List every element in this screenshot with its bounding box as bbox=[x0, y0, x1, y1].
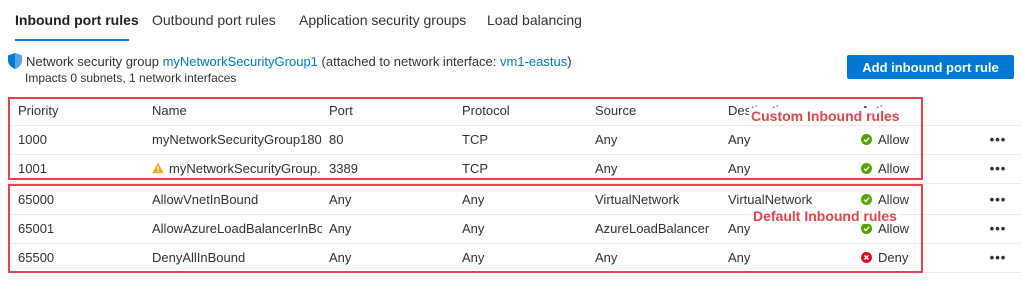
active-tab-indicator bbox=[15, 39, 129, 41]
action-label: Deny bbox=[878, 250, 909, 265]
action-cell: Deny bbox=[861, 243, 941, 272]
source-cell: Any bbox=[595, 132, 618, 147]
impacts-text: Impacts 0 subnets, 1 network interfaces bbox=[25, 71, 237, 85]
port-cell: 80 bbox=[329, 132, 344, 147]
destination-cell: Any bbox=[728, 132, 751, 147]
more-actions-icon[interactable]: ••• bbox=[986, 125, 1010, 154]
table-row[interactable]: 1001 myNetworkSecurityGroup... 3389 TCP … bbox=[8, 154, 1021, 184]
protocol-cell: Any bbox=[462, 221, 485, 236]
more-actions-icon[interactable]: ••• bbox=[986, 243, 1010, 272]
name-cell: DenyAllInBound bbox=[152, 243, 322, 272]
priority-cell: 65500 bbox=[18, 250, 55, 265]
port-cell: Any bbox=[329, 250, 352, 265]
tab-load-balancing[interactable]: Load balancing bbox=[487, 12, 582, 28]
tab-application-security-groups[interactable]: Application security groups bbox=[299, 12, 466, 28]
more-actions-icon[interactable]: ••• bbox=[986, 154, 1010, 183]
allow-check-icon bbox=[861, 126, 872, 145]
nsg-label: Network security group bbox=[26, 54, 159, 69]
source-cell: VirtualNetwork bbox=[595, 192, 680, 207]
custom-rules-annotation: Custom Inbound rules bbox=[749, 108, 902, 124]
column-header-protocol[interactable]: Protocol bbox=[462, 96, 592, 125]
table-row[interactable]: 1000 myNetworkSecurityGroup180 80 TCP An… bbox=[8, 125, 1021, 155]
column-header-priority[interactable]: Priority bbox=[18, 96, 148, 125]
protocol-cell: TCP bbox=[462, 132, 488, 147]
port-cell: Any bbox=[329, 192, 352, 207]
rule-name: myNetworkSecurityGroup180 bbox=[152, 132, 322, 147]
action-label: Allow bbox=[878, 132, 910, 147]
priority-cell: 65000 bbox=[18, 192, 55, 207]
source-cell: Any bbox=[595, 161, 618, 176]
more-actions-icon[interactable]: ••• bbox=[986, 214, 1010, 243]
name-cell: myNetworkSecurityGroup180 bbox=[152, 125, 322, 154]
nic-link[interactable]: vm1-eastus bbox=[500, 54, 567, 69]
column-header-name[interactable]: Name bbox=[152, 96, 322, 125]
priority-cell: 65001 bbox=[18, 221, 55, 236]
tab-outbound-port-rules[interactable]: Outbound port rules bbox=[152, 12, 276, 28]
more-actions-icon[interactable]: ••• bbox=[986, 185, 1010, 214]
priority-cell: 1000 bbox=[18, 132, 47, 147]
nsg-link[interactable]: myNetworkSecurityGroup1 bbox=[163, 54, 318, 69]
port-cell: Any bbox=[329, 221, 352, 236]
column-header-source[interactable]: Source bbox=[595, 96, 725, 125]
default-rules-annotation: Default Inbound rules bbox=[751, 208, 899, 224]
source-cell: AzureLoadBalancer bbox=[595, 221, 710, 236]
allow-check-icon bbox=[861, 155, 872, 174]
nsg-close-paren: ) bbox=[567, 54, 572, 69]
rule-name: AllowVnetInBound bbox=[152, 192, 259, 207]
source-cell: Any bbox=[595, 250, 618, 265]
tab-bar: Inbound port rules Outbound port rules A… bbox=[0, 0, 1021, 44]
action-cell: Allow bbox=[861, 125, 941, 154]
add-inbound-port-rule-button[interactable]: Add inbound port rule bbox=[847, 55, 1014, 79]
port-cell: 3389 bbox=[329, 161, 358, 176]
protocol-cell: TCP bbox=[462, 161, 488, 176]
column-header-port[interactable]: Port bbox=[329, 96, 459, 125]
allow-check-icon bbox=[861, 186, 872, 205]
warning-icon bbox=[152, 155, 164, 174]
protocol-cell: Any bbox=[462, 250, 485, 265]
nsg-attached-text: (attached to network interface: bbox=[321, 54, 497, 69]
destination-cell: Any bbox=[728, 250, 751, 265]
nsg-info: Network security group myNetworkSecurity… bbox=[8, 53, 572, 69]
destination-cell: Any bbox=[728, 161, 751, 176]
rule-name: myNetworkSecurityGroup... bbox=[169, 161, 322, 176]
priority-cell: 1001 bbox=[18, 161, 47, 176]
table-row[interactable]: 65500 DenyAllInBound Any Any Any Any Den… bbox=[8, 243, 1021, 273]
action-cell: Allow bbox=[861, 154, 941, 183]
name-cell: AllowAzureLoadBalancerInBo... bbox=[152, 214, 322, 243]
rule-name: AllowAzureLoadBalancerInBo... bbox=[152, 221, 322, 236]
action-label: Allow bbox=[878, 192, 910, 207]
name-cell: myNetworkSecurityGroup... bbox=[152, 154, 322, 183]
rule-name: DenyAllInBound bbox=[152, 250, 246, 265]
protocol-cell: Any bbox=[462, 192, 485, 207]
action-label: Allow bbox=[878, 161, 910, 176]
shield-icon bbox=[8, 53, 22, 69]
name-cell: AllowVnetInBound bbox=[152, 185, 322, 214]
tab-inbound-port-rules[interactable]: Inbound port rules bbox=[15, 12, 139, 28]
deny-x-icon bbox=[861, 244, 872, 263]
